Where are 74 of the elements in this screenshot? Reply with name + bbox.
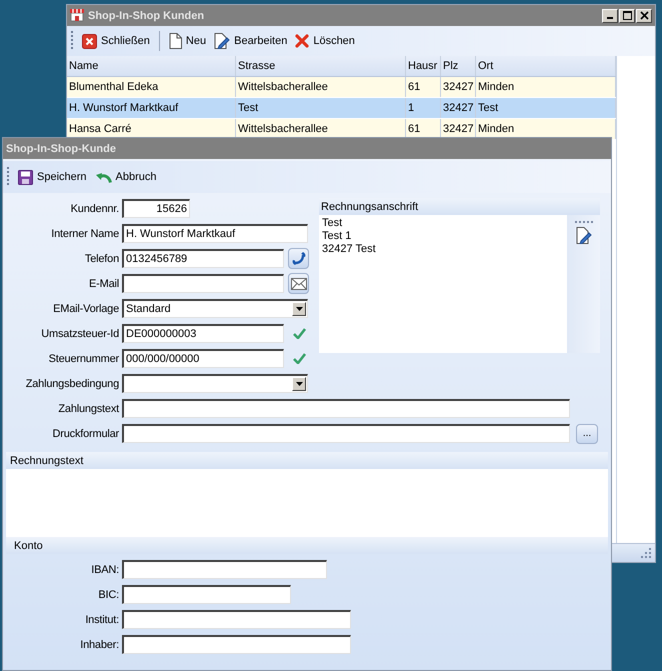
input-field[interactable]: [122, 610, 351, 629]
table-cell: 1: [406, 98, 441, 118]
column-header[interactable]: Ort: [476, 56, 616, 76]
close-button[interactable]: Schließen: [80, 32, 152, 50]
dropdown[interactable]: Standard: [122, 299, 308, 318]
input-field[interactable]: 15626: [122, 199, 190, 218]
edit-button[interactable]: Bearbeiten: [212, 31, 290, 51]
close-icon: [82, 34, 97, 48]
table-cell: Test: [236, 98, 406, 118]
address-text-area[interactable]: Test Test 1 32427 Test: [319, 215, 567, 353]
table-cell: Wittelsbacherallee: [236, 77, 406, 97]
field-label: E-Mail: [88, 278, 120, 290]
field-label: Telefon: [84, 252, 120, 264]
window-title: Shop-In-Shop-Kunde: [6, 142, 116, 154]
phone-icon: [290, 250, 306, 266]
email-button[interactable]: [288, 273, 309, 294]
call-button[interactable]: [288, 248, 309, 269]
input-field[interactable]: [122, 560, 327, 579]
maximize-button[interactable]: [619, 8, 635, 22]
edit-document-icon: [214, 33, 230, 49]
edit-document-icon[interactable]: [576, 227, 592, 244]
table-row[interactable]: Blumenthal Edeka Wittelsbacherallee 61 32427 Minden: [67, 77, 616, 98]
table-cell: H. Wunstorf Marktkauf: [67, 98, 236, 118]
field-label: Institut:: [84, 614, 120, 626]
field-label: EMail-Vorlage: [52, 302, 120, 314]
window-title: Shop-In-Shop Kunden: [88, 10, 204, 22]
field-label: IBAN:: [90, 564, 120, 576]
field-label: Umsatzsteuer-Id: [40, 328, 120, 340]
input-field[interactable]: H. Wunstorf Marktkauf: [122, 224, 308, 243]
input-field[interactable]: [122, 585, 291, 604]
field-label: Steuernummer: [48, 352, 120, 364]
dropdown[interactable]: [122, 374, 308, 393]
field-label: BIC:: [97, 588, 120, 600]
table-cell: 32427: [441, 77, 476, 97]
input-field[interactable]: DE000000003: [122, 324, 284, 343]
input-field[interactable]: [122, 399, 570, 418]
column-header[interactable]: Hausr: [406, 56, 441, 76]
maximize-icon: [622, 11, 632, 20]
delete-button[interactable]: Löschen: [293, 32, 357, 50]
table-cell: Blumenthal Edeka: [67, 77, 236, 97]
input-field[interactable]: [122, 424, 570, 443]
undo-arrow-icon: [94, 170, 112, 184]
field-label: Zahlungstext: [57, 402, 120, 414]
shop-icon: [70, 9, 84, 22]
minimize-button[interactable]: [602, 8, 618, 22]
save-button[interactable]: Speichern: [16, 168, 89, 186]
close-icon: [640, 11, 648, 20]
undo-button[interactable]: Abbruch: [92, 168, 159, 186]
envelope-icon: [290, 278, 306, 290]
section-header: Rechnungstext: [6, 452, 608, 469]
table-cell: 32427: [441, 98, 476, 118]
input-field[interactable]: [122, 274, 284, 293]
field-label: Zahlungsbedingung: [24, 378, 120, 390]
input-field[interactable]: [122, 635, 351, 654]
column-header[interactable]: Strasse: [236, 56, 406, 76]
input-field[interactable]: 000/000/00000: [122, 349, 284, 368]
close-button[interactable]: [636, 8, 652, 22]
save-icon: [18, 170, 33, 184]
table-cell: Test: [476, 98, 616, 118]
field-label: Kundennr.: [70, 202, 120, 214]
delete-icon: [295, 34, 310, 48]
document-icon: [168, 33, 182, 49]
browse-button[interactable]: ...: [576, 424, 598, 444]
table-row[interactable]: H. Wunstorf Marktkauf Test 1 32427 Test: [67, 98, 616, 119]
column-header[interactable]: Name: [67, 56, 236, 76]
column-header[interactable]: Plz: [441, 56, 476, 76]
input-field[interactable]: 0132456789: [122, 249, 284, 268]
field-label: Inhaber:: [79, 638, 120, 650]
new-button[interactable]: Neu: [166, 31, 208, 51]
field-label: Druckformular: [52, 428, 120, 440]
table-cell: 61: [406, 77, 441, 97]
table-cell: Minden: [476, 77, 616, 97]
field-label: Interner Name: [50, 228, 120, 240]
resize-grip-icon[interactable]: [641, 548, 652, 558]
